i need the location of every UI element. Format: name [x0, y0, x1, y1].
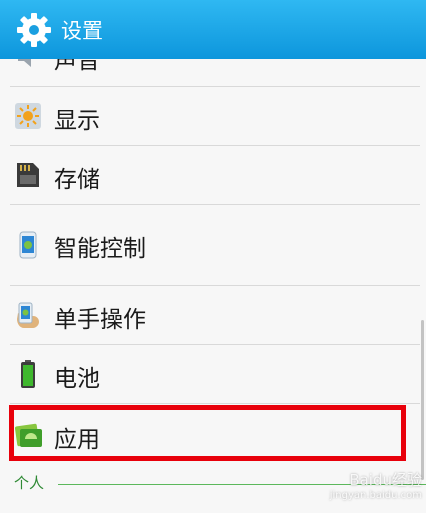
sdcard-icon — [17, 163, 39, 187]
battery-icon — [21, 360, 35, 388]
settings-item-sound[interactable]: 声音 — [0, 59, 420, 85]
app-header: 设置 — [0, 0, 426, 59]
page-title: 设置 — [61, 18, 103, 43]
highlight-box — [9, 405, 406, 461]
brightness-icon — [15, 103, 41, 129]
settings-item-display[interactable]: 显示 — [0, 87, 420, 145]
watermark: Baidu经验 jingyan.baidu.com — [329, 470, 422, 501]
settings-item-one-handed[interactable]: 单手操作 — [0, 286, 420, 344]
gear-icon[interactable] — [16, 12, 52, 48]
hand-phone-icon — [17, 302, 39, 328]
phone-android-icon — [19, 231, 37, 259]
settings-item-storage[interactable]: 存储 — [0, 146, 420, 204]
settings-item-battery[interactable]: 电池 — [0, 345, 420, 403]
settings-item-smart-control[interactable]: 智能控制 — [0, 205, 420, 285]
speaker-icon — [18, 59, 31, 67]
